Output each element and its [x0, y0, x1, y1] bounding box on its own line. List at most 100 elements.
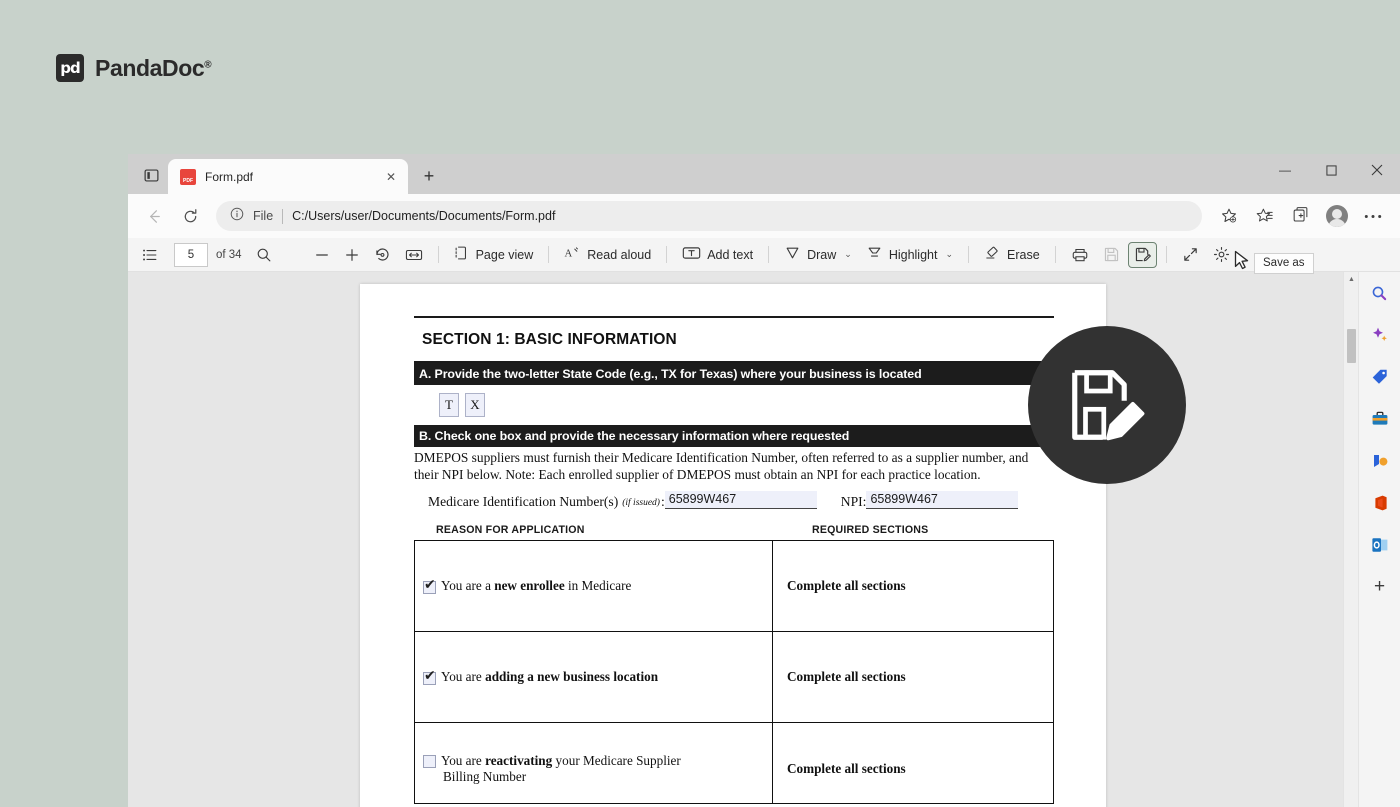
state-code-char-1[interactable]: T [439, 393, 459, 417]
add-text-label: Add text [707, 247, 754, 262]
profile-avatar[interactable] [1320, 200, 1354, 232]
pdf-toolbar: 5 of 34 Page view A Read aloud Add text … [128, 238, 1400, 272]
highlight-button[interactable]: Highlight ⌄ [860, 242, 959, 268]
more-options-icon[interactable] [1356, 200, 1390, 232]
url-scheme-label: File [253, 209, 274, 223]
page-total-label: of 34 [216, 248, 242, 261]
section-b-body: DMEPOS suppliers must furnish their Medi… [414, 450, 1029, 483]
briefcase-icon[interactable] [1367, 406, 1393, 432]
pdf-page: SECTION 1: BASIC INFORMATION A. Provide … [360, 284, 1106, 807]
browser-window: Form.pdf ✕ + — File C:/Users/use [128, 154, 1400, 807]
add-text-icon [682, 245, 701, 264]
npi-label: NPI: [840, 493, 867, 509]
chevron-down-icon[interactable]: ⌄ [945, 249, 953, 260]
pandadoc-mark-icon: pd [56, 54, 84, 82]
pdf-page-area: SECTION 1: BASIC INFORMATION A. Provide … [128, 272, 1343, 807]
fullscreen-icon[interactable] [1176, 242, 1205, 268]
read-aloud-button[interactable]: A Read aloud [558, 242, 657, 268]
svg-text:A: A [565, 249, 573, 260]
refresh-icon[interactable] [174, 200, 206, 232]
reason-checkbox[interactable] [423, 754, 436, 768]
required-sections-cell: Complete all sections [787, 577, 906, 593]
save-as-overlay-indicator [1028, 326, 1186, 484]
highlighter-icon [866, 245, 883, 264]
state-code-char-2[interactable]: X [465, 393, 485, 417]
tab-strip: Form.pdf ✕ + — [128, 154, 1400, 194]
copilot-sparkle-icon[interactable] [1367, 322, 1393, 348]
toolbar-icons [1212, 200, 1390, 232]
save-as-button[interactable] [1127, 241, 1157, 268]
page-number-input[interactable]: 5 [174, 242, 208, 267]
reason-text: You are a new enrollee in Medicare [441, 577, 632, 593]
rotate-icon[interactable] [368, 242, 397, 268]
url-text: C:/Users/user/Documents/Documents/Form.p… [292, 209, 556, 223]
scrollbar-thumb[interactable] [1347, 329, 1356, 363]
close-tab-icon[interactable]: ✕ [382, 168, 400, 186]
search-icon[interactable] [250, 242, 278, 268]
table-row: You are adding a new business location C… [415, 631, 1053, 723]
scroll-up-icon[interactable]: ▲ [1344, 272, 1359, 287]
url-bar[interactable]: File C:/Users/user/Documents/Documents/F… [216, 201, 1202, 231]
reason-text: You are adding a new business location [441, 668, 659, 684]
zoom-in-button[interactable] [338, 242, 366, 268]
reason-text: You are reactivating your Medicare Suppl… [441, 752, 681, 784]
medicare-id-input[interactable]: 65899W467 [664, 490, 817, 509]
table-row: You are a new enrollee in Medicare Compl… [415, 540, 1053, 632]
medicare-id-note: (if issued) [622, 497, 660, 508]
state-code-field[interactable]: T X [414, 385, 1054, 425]
page-view-label: Page view [475, 247, 534, 262]
save-as-tooltip: Save as [1254, 253, 1314, 274]
fit-page-icon[interactable] [399, 242, 429, 268]
identification-number-row: Medicare Identification Number(s) (if is… [414, 484, 1054, 510]
table-header-reason: REASON FOR APPLICATION [436, 523, 585, 536]
trademark-symbol: ® [204, 58, 212, 70]
shopping-tag-icon[interactable] [1367, 364, 1393, 390]
search-icon[interactable] [1367, 280, 1393, 306]
npi-input[interactable]: 65899W467 [866, 490, 1019, 509]
favorites-star-icon[interactable] [1212, 200, 1246, 232]
page-view-icon [454, 245, 470, 264]
reason-checkbox[interactable] [423, 668, 436, 686]
back-arrow-icon[interactable] [138, 200, 170, 232]
table-column-headers: REASON FOR APPLICATION REQUIRED SECTIONS [414, 510, 1054, 540]
zoom-out-button[interactable] [308, 242, 336, 268]
new-tab-button[interactable]: + [414, 161, 444, 191]
office-icon[interactable] [1367, 490, 1393, 516]
split-screen-icon[interactable] [1284, 200, 1318, 232]
page-view-button[interactable]: Page view [448, 242, 540, 268]
page-title: SECTION 1: BASIC INFORMATION [422, 331, 677, 348]
print-button[interactable] [1065, 242, 1095, 268]
chevron-down-icon[interactable]: ⌄ [844, 249, 852, 260]
pdf-file-icon [180, 168, 196, 185]
pandadoc-wordmark: PandaDoc® [95, 55, 212, 82]
save-button [1097, 242, 1126, 268]
draw-button[interactable]: Draw ⌄ [778, 242, 858, 268]
reason-checkbox[interactable] [423, 577, 436, 595]
erase-button[interactable]: Erase [978, 242, 1046, 268]
tab-actions-icon[interactable] [134, 158, 168, 192]
add-text-button[interactable]: Add text [676, 242, 759, 268]
erase-label: Erase [1007, 247, 1040, 262]
table-of-contents-icon[interactable] [136, 242, 164, 268]
address-bar: File C:/Users/user/Documents/Documents/F… [128, 194, 1400, 238]
close-window-button[interactable] [1354, 154, 1400, 186]
settings-gear-icon[interactable] [1207, 242, 1236, 268]
tab-title: Form.pdf [205, 169, 254, 184]
eraser-icon [984, 245, 1001, 264]
draw-pen-icon [784, 245, 801, 264]
collections-icon[interactable] [1248, 200, 1282, 232]
gaming-icon[interactable] [1367, 448, 1393, 474]
browser-tab[interactable]: Form.pdf ✕ [168, 159, 408, 194]
maximize-button[interactable] [1308, 154, 1354, 186]
info-circle-icon[interactable] [230, 207, 244, 226]
reason-table: You are a new enrollee in Medicare Compl… [414, 539, 1054, 804]
required-sections-cell: Complete all sections [787, 760, 906, 776]
minimize-button[interactable]: — [1262, 154, 1308, 186]
vertical-scrollbar[interactable]: ▲ [1343, 272, 1358, 807]
pdf-viewer: SECTION 1: BASIC INFORMATION A. Provide … [128, 272, 1400, 807]
window-controls: — [1262, 154, 1400, 194]
add-tool-icon[interactable]: + [1367, 574, 1393, 600]
medicare-id-label: Medicare Identification Number(s) [428, 493, 619, 509]
outlook-icon[interactable] [1367, 532, 1393, 558]
required-sections-cell: Complete all sections [787, 668, 906, 684]
